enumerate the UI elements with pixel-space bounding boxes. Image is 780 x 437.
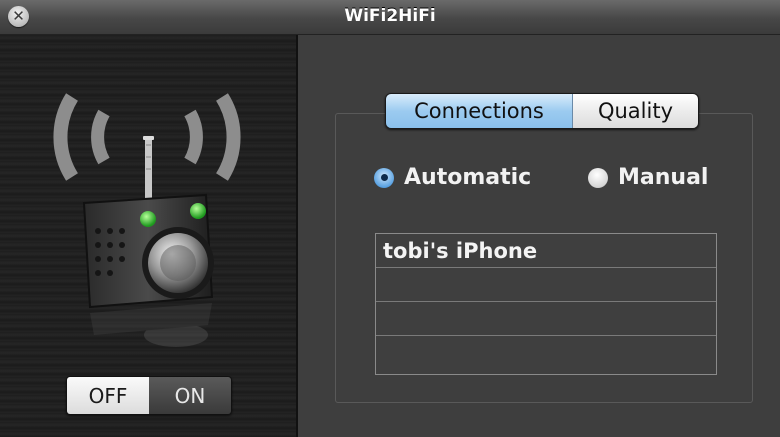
led-left-icon — [140, 211, 156, 227]
radio-unselected-icon[interactable] — [588, 167, 608, 188]
list-item[interactable]: tobi's iPhone — [376, 234, 716, 268]
settings-panel: Connections Quality Automatic Manual tob… — [298, 35, 780, 437]
window-title: WiFi2HiFi — [344, 6, 436, 26]
radio-automatic-label: Automatic — [404, 165, 532, 190]
tab-quality[interactable]: Quality — [573, 94, 698, 128]
list-item[interactable] — [376, 268, 716, 302]
antenna-icon — [143, 136, 154, 201]
list-item[interactable] — [376, 302, 716, 336]
volume-knob-icon — [142, 227, 214, 299]
radio-manual[interactable]: Manual — [588, 165, 708, 190]
title-bar[interactable]: ✕ WiFi2HiFi — [0, 0, 780, 35]
tab-connections[interactable]: Connections — [386, 94, 573, 128]
radio-selected-icon[interactable] — [374, 167, 394, 188]
radio-illustration-panel: OFF ON — [0, 35, 298, 437]
led-right-icon — [190, 203, 206, 219]
power-on-button[interactable]: ON — [149, 377, 231, 414]
radio-reflection — [90, 303, 212, 347]
power-off-button[interactable]: OFF — [67, 377, 149, 414]
radio-automatic[interactable]: Automatic — [374, 165, 531, 190]
radio-manual-label: Manual — [618, 165, 709, 190]
connections-list[interactable]: tobi's iPhone — [375, 233, 717, 375]
tab-bar: Connections Quality — [385, 93, 699, 129]
power-toggle[interactable]: OFF ON — [66, 376, 232, 415]
list-item[interactable] — [376, 336, 716, 370]
app-window: ✕ WiFi2HiFi OFF ON Connections Quality A… — [0, 0, 780, 437]
